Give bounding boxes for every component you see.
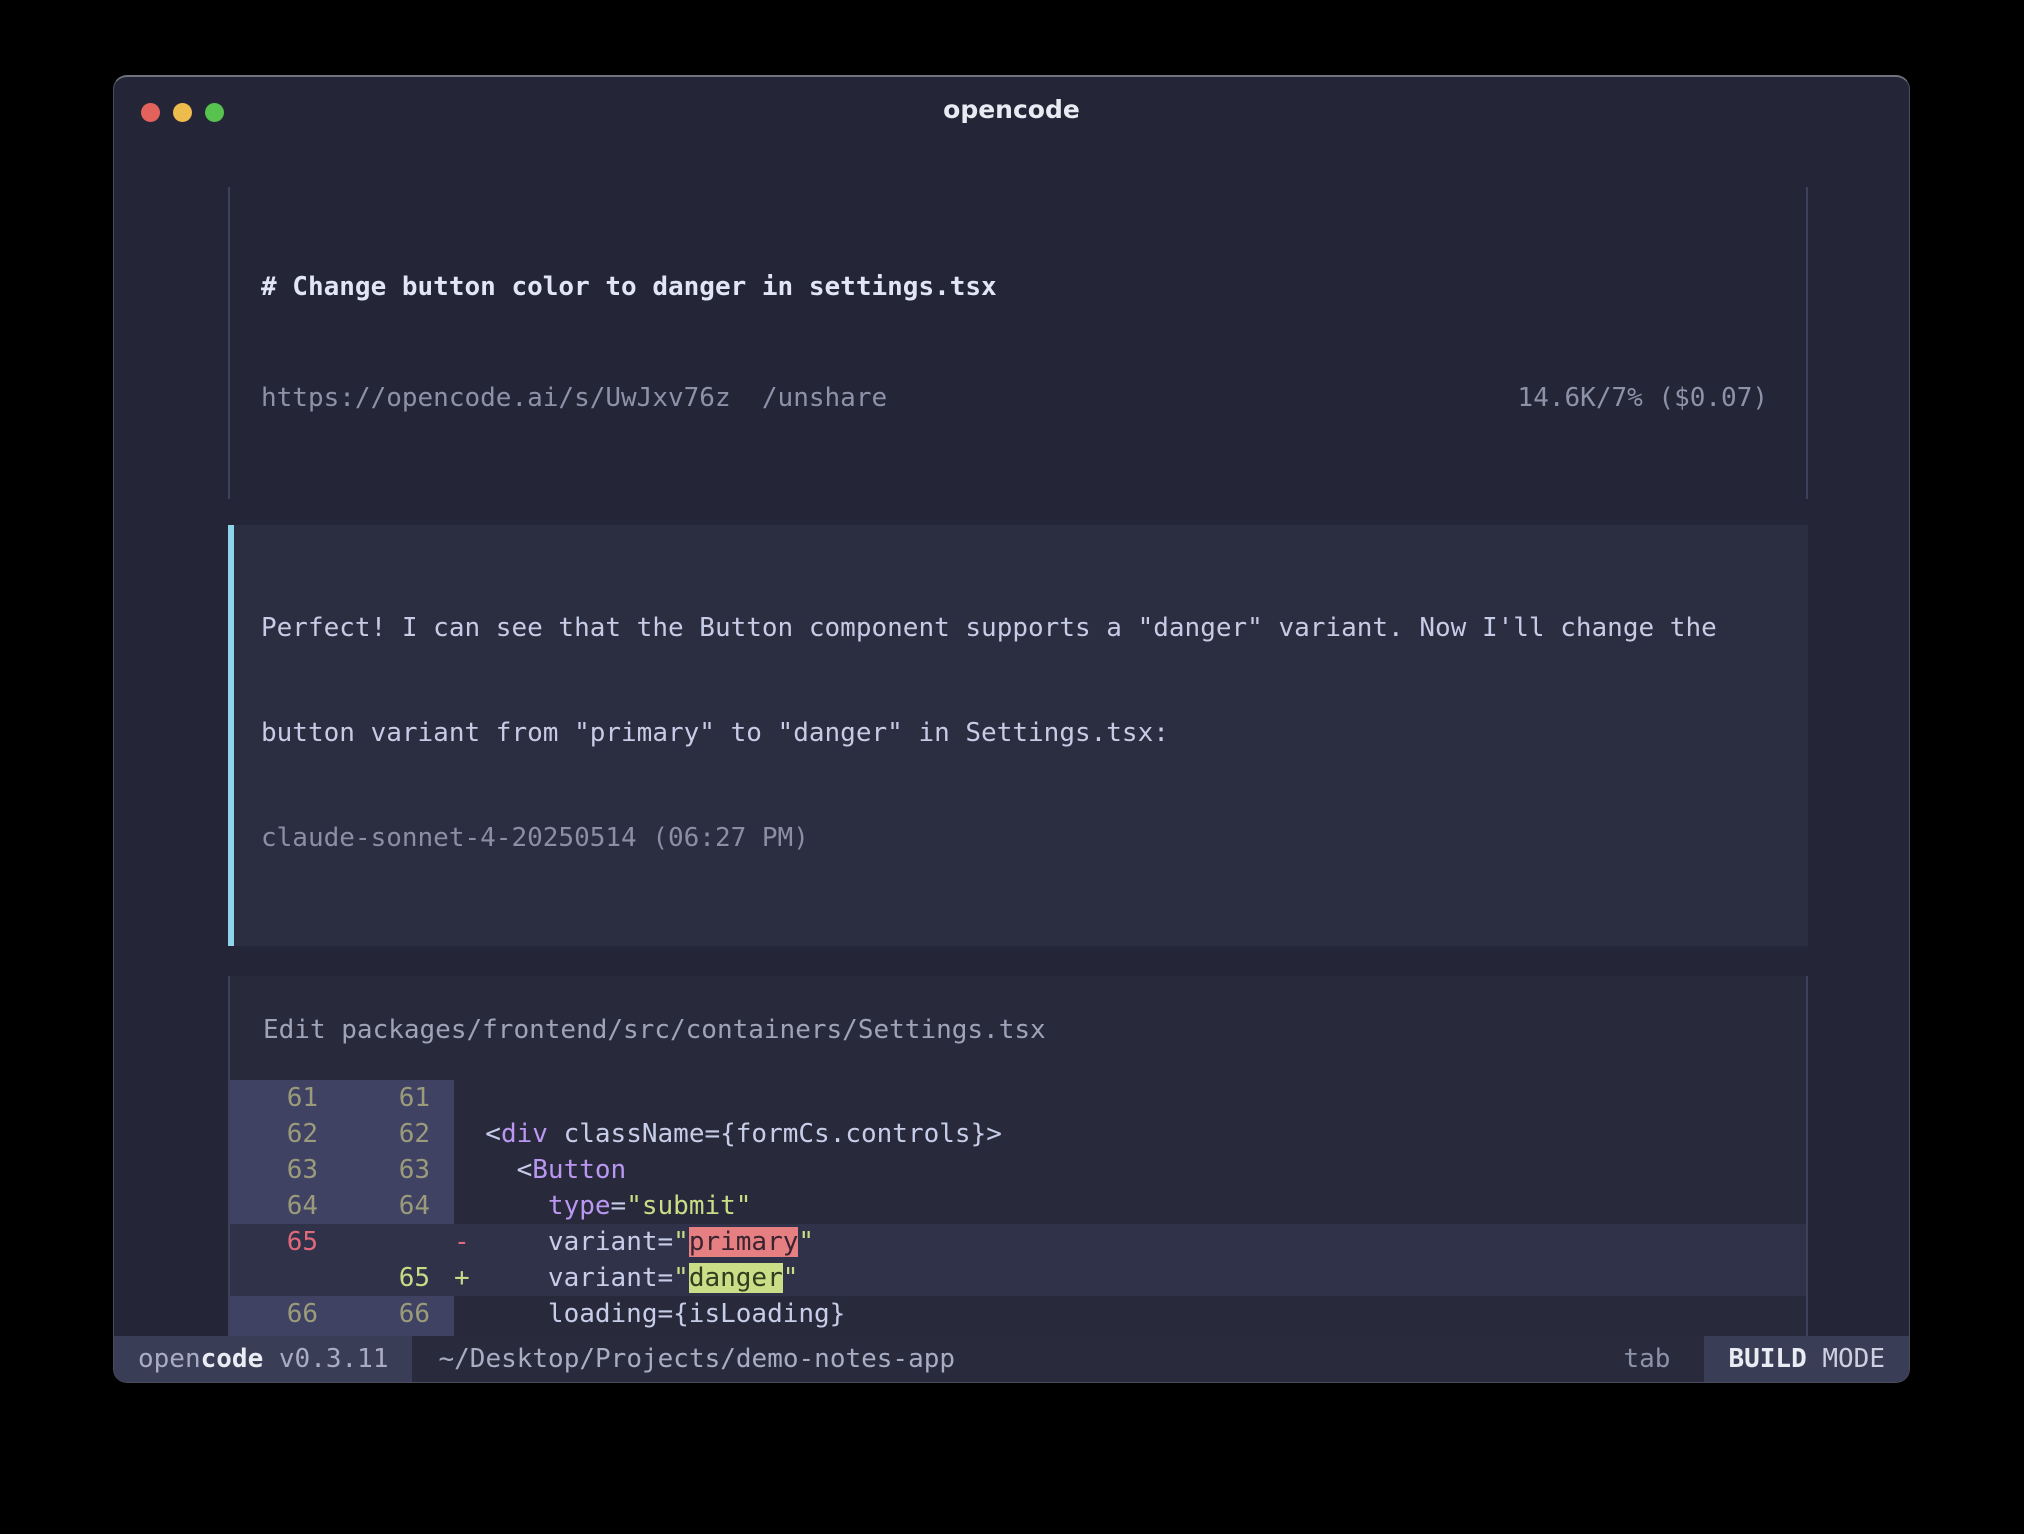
message-line: Perfect! I can see that the Button compo…	[261, 611, 1808, 646]
message-line: button variant from "primary" to "danger…	[261, 716, 1808, 751]
diff-row: 65 - variant="primary"	[230, 1224, 1806, 1260]
diff-row: 6262 <div className={formCs.controls}>	[230, 1116, 1806, 1152]
session-title: # Change button color to danger in setti…	[261, 269, 1806, 306]
old-line-number: 63	[230, 1152, 334, 1188]
app-version-chip: opencode v0.3.11	[114, 1336, 412, 1382]
diff-code-line: loading={isLoading}	[454, 1296, 1806, 1332]
new-line-number: 62	[334, 1116, 454, 1152]
old-line-number: 61	[230, 1080, 334, 1116]
unshare-command[interactable]: /unshare	[762, 383, 887, 413]
message-meta: claude-sonnet-4-20250514 (06:27 PM)	[261, 821, 1808, 856]
edit-title: Edit packages/frontend/src/containers/Se…	[230, 976, 1806, 1080]
working-directory: ~/Desktop/Projects/demo-notes-app	[438, 1336, 955, 1382]
old-line-number: 65	[230, 1224, 334, 1260]
status-bar: opencode v0.3.11 ~/Desktop/Projects/demo…	[114, 1336, 1909, 1382]
diff-row: 65+ variant="danger"	[230, 1260, 1806, 1296]
diff-code-line: type="submit"	[454, 1188, 1806, 1224]
app-version: v0.3.11	[263, 1344, 388, 1374]
app-name-code: code	[201, 1344, 264, 1374]
new-line-number: 64	[334, 1188, 454, 1224]
diff-code-line	[454, 1080, 1806, 1116]
opencode-window: opencode # Change button color to danger…	[113, 75, 1910, 1383]
diff-code-line: <div className={formCs.controls}>	[454, 1116, 1806, 1152]
diff-row: 6363 <Button	[230, 1152, 1806, 1188]
assistant-message: Perfect! I can see that the Button compo…	[228, 525, 1808, 946]
token-usage: 14.6K/7% ($0.07)	[1518, 380, 1768, 417]
new-line-number: 61	[334, 1080, 454, 1116]
diff-code-line: - variant="primary"	[454, 1224, 1806, 1260]
mode-label: MODE	[1822, 1344, 1885, 1374]
mode-build-label: BUILD	[1728, 1344, 1822, 1374]
new-line-number: 63	[334, 1152, 454, 1188]
old-line-number	[230, 1260, 334, 1296]
old-line-number: 64	[230, 1188, 334, 1224]
new-line-number: 66	[334, 1296, 454, 1332]
app-name-open: open	[138, 1344, 201, 1374]
diff-row: 6464 type="submit"	[230, 1188, 1806, 1224]
session-header: # Change button color to danger in setti…	[228, 187, 1808, 499]
titlebar: opencode	[114, 77, 1909, 141]
edit-tool-block: Edit packages/frontend/src/containers/Se…	[228, 976, 1808, 1383]
tab-key-hint[interactable]: tab	[1623, 1336, 1670, 1382]
diff-code-line: <Button	[454, 1152, 1806, 1188]
mode-chip[interactable]: BUILD MODE	[1704, 1336, 1909, 1382]
new-line-number	[334, 1224, 454, 1260]
old-line-number: 66	[230, 1296, 334, 1332]
diff-row: 6666 loading={isLoading}	[230, 1296, 1806, 1332]
diff-row: 6161	[230, 1080, 1806, 1116]
old-line-number: 62	[230, 1116, 334, 1152]
window-title: opencode	[114, 95, 1909, 124]
diff-code-line: + variant="danger"	[454, 1260, 1806, 1296]
share-url-link[interactable]: https://opencode.ai/s/UwJxv76z	[261, 383, 731, 413]
share-url-row: https://opencode.ai/s/UwJxv76z/unshare	[261, 380, 887, 417]
new-line-number: 65	[334, 1260, 454, 1296]
